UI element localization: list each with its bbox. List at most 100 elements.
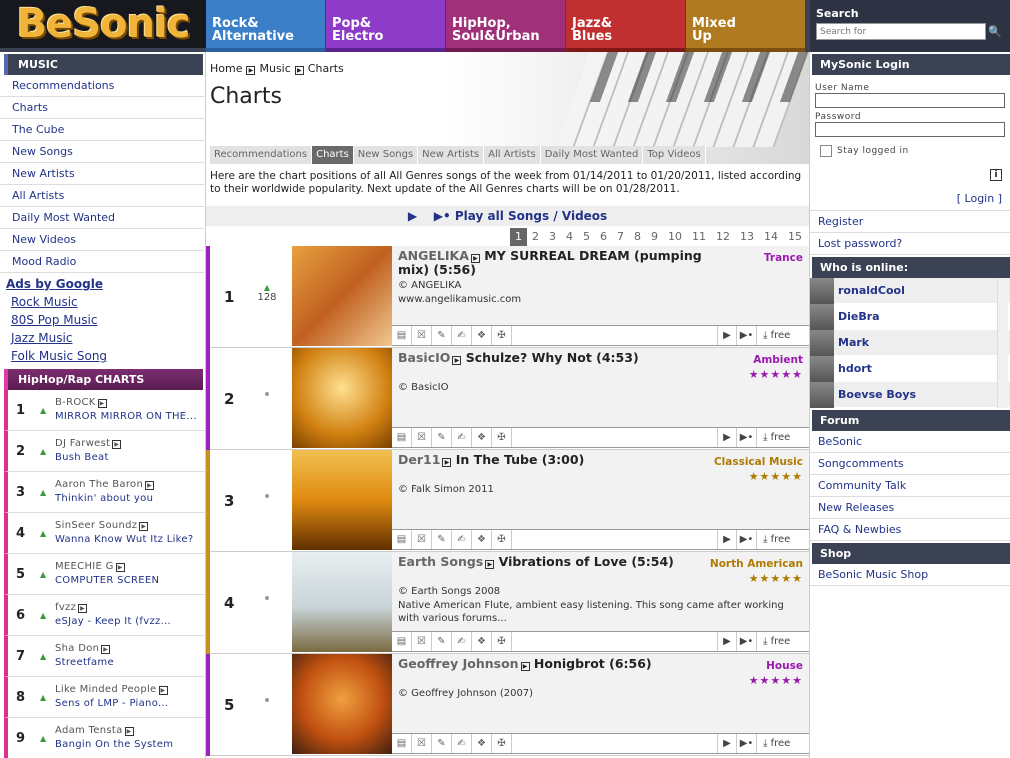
genre-label[interactable]: Trance [764,252,803,264]
sub-tab[interactable]: Charts [312,146,354,164]
logo[interactable]: BeSonic [0,0,206,52]
ad-link[interactable]: 80S Pop Music [6,311,199,329]
shop-link[interactable]: BeSonic Music Shop [810,564,1010,586]
genre-tab[interactable]: Mixed Up [686,0,805,52]
breadcrumb-music[interactable]: Music [259,62,290,75]
page-number[interactable]: 1 [510,228,527,246]
genre-label[interactable]: Classical Music [714,456,803,468]
add-to-queue-icon[interactable]: ▶• [737,734,757,753]
album-cover[interactable] [292,654,392,754]
play-all-button[interactable]: ▶ ▶• Play all Songs / Videos [206,206,809,226]
sidebar-music-item[interactable]: New Videos [0,229,204,251]
play-icon[interactable]: ▶ [115,563,125,572]
song-title[interactable]: Schulze? Why Not (4:53) [466,350,639,365]
chart-artist[interactable]: fvzz [55,602,76,613]
page-number[interactable]: 14 [759,228,783,246]
chart-artist[interactable]: SinSeer Soundz [55,520,137,531]
page-number[interactable]: 10 [663,228,687,246]
lyrics-icon[interactable]: ▤ [392,632,412,651]
song-title[interactable]: Honigbrot (6:56) [534,656,652,671]
genre-tab[interactable]: HipHop, Soul&Urban [446,0,565,52]
hiphop-chart-row[interactable]: 7 ▲ Sha Don ▶ Streetfame [4,636,205,677]
play-icon[interactable]: ▶ [101,645,111,654]
stay-logged-in-checkbox[interactable] [820,145,832,157]
info-icon[interactable]: i [990,169,1002,181]
page-number[interactable]: 15 [783,228,807,246]
sidebar-music-item[interactable]: All Artists [0,185,204,207]
search-icon[interactable]: 🔍 [988,25,1002,38]
genre-label[interactable]: House [766,660,803,672]
forum-link[interactable]: BeSonic [810,431,1010,453]
remove-icon[interactable]: ☒ [412,530,432,549]
edit-icon[interactable]: ✎ [432,734,452,753]
chart-song[interactable]: Sens of LMP - Piano... [55,698,205,709]
hiphop-chart-row[interactable]: 8 ▲ Like Minded People ▶ Sens of LMP - Piano… [4,677,205,718]
forum-link[interactable]: Community Talk [810,475,1010,497]
page-number[interactable]: 4 [561,228,578,246]
artist-link[interactable]: BasicIO [398,350,450,365]
playlist-icon[interactable]: ❖ [472,326,492,345]
chart-artist[interactable]: MEECHIE G [55,561,114,572]
play-icon[interactable]: ▶ [112,440,122,449]
free-download-button[interactable]: ⤓ free [757,734,809,753]
share-icon[interactable]: ✍ [452,428,472,447]
sidebar-music-item[interactable]: Daily Most Wanted [0,207,204,229]
sub-tab[interactable]: Recommendations [210,146,313,164]
lost-password-link[interactable]: Lost password? [810,233,1010,255]
chart-song[interactable]: Streetfame [55,657,205,668]
chart-artist[interactable]: Adam Tensta [55,725,123,736]
register-link[interactable]: Register [810,211,1010,233]
hiphop-chart-row[interactable]: 1 ▲ B-ROCK ▶ MIRROR MIRROR ON THE... [4,390,205,431]
share-icon[interactable]: ✍ [452,632,472,651]
sub-tab[interactable]: Daily Most Wanted [540,146,644,164]
page-number[interactable]: 12 [711,228,735,246]
chart-artist[interactable]: Sha Don [55,643,99,654]
edit-icon[interactable]: ✎ [432,428,452,447]
chart-artist[interactable]: Like Minded People [55,684,157,695]
sidebar-music-item[interactable]: New Songs [0,141,204,163]
remove-icon[interactable]: ☒ [412,326,432,345]
genre-tab[interactable]: Rock& Alternative [206,0,325,52]
move-icon[interactable]: ✠ [492,734,512,753]
sub-tab[interactable]: New Artists [418,146,485,164]
remove-icon[interactable]: ☒ [412,632,432,651]
album-cover[interactable] [292,450,392,550]
username-field[interactable] [815,93,1005,108]
forum-link[interactable]: New Releases [810,497,1010,519]
chart-artist[interactable]: Aaron The Baron [55,479,143,490]
online-user[interactable]: hdort [810,355,1010,382]
chart-song[interactable]: COMPUTER SCREEN [55,575,205,586]
forum-link[interactable]: Songcomments [810,453,1010,475]
free-download-button[interactable]: ⤓ free [757,632,809,651]
chart-artist[interactable]: B-ROCK [55,397,96,408]
chart-song[interactable]: MIRROR MIRROR ON THE... [55,411,205,422]
edit-icon[interactable]: ✎ [432,530,452,549]
sidebar-music-item[interactable]: Mood Radio [0,251,204,273]
ad-link[interactable]: Jazz Music [6,329,199,347]
play-icon[interactable]: ▶ [78,604,88,613]
artist-link[interactable]: Earth Songs [398,554,483,569]
move-icon[interactable]: ✠ [492,428,512,447]
sidebar-music-item[interactable]: Charts [0,97,204,119]
page-number[interactable]: 2 [527,228,544,246]
hiphop-chart-row[interactable]: 3 ▲ Aaron The Baron ▶ Thinkin' about you [4,472,205,513]
ads-title[interactable]: Ads by Google [6,275,199,293]
hiphop-chart-row[interactable]: 6 ▲ fvzz ▶ eSJay - Keep It (fvzz... [4,595,205,636]
lyrics-icon[interactable]: ▤ [392,530,412,549]
play-button-icon[interactable]: ▶ [717,428,737,447]
genre-tab[interactable]: Pop& Electro [326,0,445,52]
online-scrollbar[interactable] [997,278,1008,408]
play-button-icon[interactable]: ▶ [717,632,737,651]
page-number[interactable]: 8 [629,228,646,246]
free-download-button[interactable]: ⤓ free [757,428,809,447]
ad-link[interactable]: Folk Music Song [6,347,199,365]
artist-link[interactable]: ANGELIKA [398,248,469,263]
sidebar-music-item[interactable]: The Cube [0,119,204,141]
play-icon[interactable]: ▶ [158,686,168,695]
edit-icon[interactable]: ✎ [432,326,452,345]
page-number[interactable]: 6 [595,228,612,246]
page-number[interactable]: 9 [646,228,663,246]
chart-song[interactable]: Bush Beat [55,452,205,463]
play-icon[interactable]: ▶ [124,727,134,736]
online-user[interactable]: Boevse Boys [810,381,1010,408]
